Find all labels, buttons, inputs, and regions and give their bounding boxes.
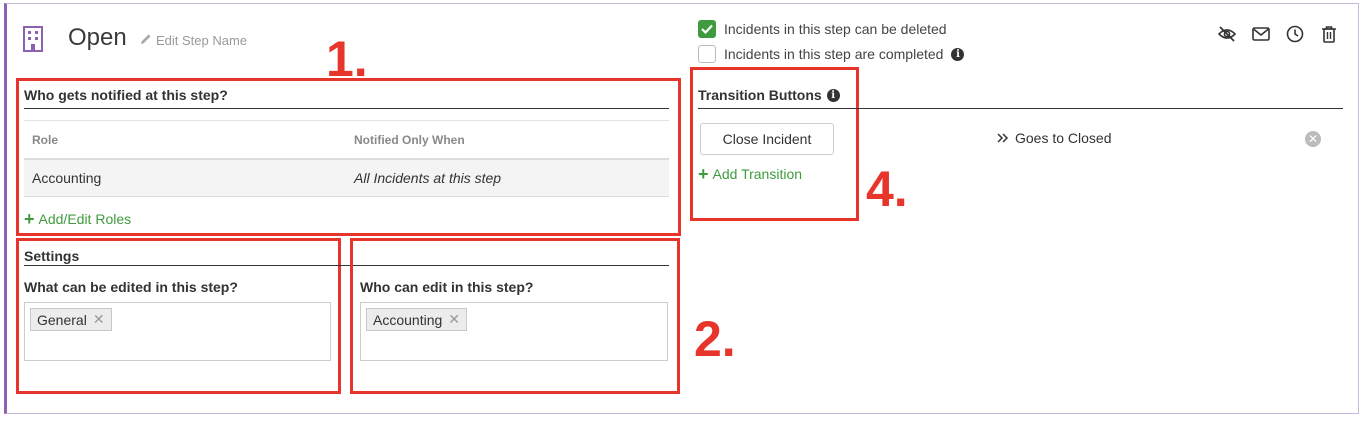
add-edit-roles-link[interactable]: + Add/Edit Roles (24, 209, 132, 229)
edited-fields-select[interactable]: General ✕ (24, 302, 331, 361)
transitions-divider (698, 108, 1343, 109)
transition-target: Goes to Closed (997, 130, 1112, 146)
notified-when-cell: All Incidents at this step (354, 170, 502, 186)
transition-target-label: Goes to Closed (1015, 130, 1112, 146)
edit-step-name-label: Edit Step Name (156, 33, 248, 48)
trash-icon[interactable] (1319, 24, 1339, 44)
notified-when-column-header: Notified Only When (354, 132, 465, 147)
pencil-icon (140, 33, 152, 48)
role-cell: Accounting (32, 170, 102, 186)
notify-section-title: Who gets notified at this step? (24, 87, 228, 103)
remove-tag-icon[interactable]: ✕ (448, 311, 460, 328)
add-transition-link[interactable]: + Add Transition (698, 164, 803, 184)
add-edit-roles-label: Add/Edit Roles (38, 211, 132, 227)
info-icon[interactable]: i (826, 88, 840, 102)
edited-field-tag: General ✕ (30, 308, 112, 331)
completed-label: Incidents in this step are completed (724, 46, 944, 62)
plus-icon: + (698, 164, 709, 184)
deletable-checkbox[interactable] (698, 20, 716, 38)
annotation-number-1: 1. (326, 31, 368, 87)
annotation-number-2: 2. (694, 311, 736, 367)
deletable-label: Incidents in this step can be deleted (724, 21, 947, 37)
table-row[interactable]: Accounting All Incidents at this step (24, 160, 669, 197)
info-icon[interactable]: i (951, 47, 965, 61)
settings-title: Settings (24, 248, 80, 264)
add-transition-label: Add Transition (712, 166, 803, 182)
step-toolbar (1217, 24, 1339, 44)
transitions-title: Transition Buttons i (698, 87, 840, 103)
annotation-number-4: 4. (866, 161, 908, 217)
step-title: Open (68, 24, 127, 51)
tag-label: General (37, 311, 87, 328)
editors-select[interactable]: Accounting ✕ (360, 302, 668, 361)
deletable-option: Incidents in this step can be deleted (698, 20, 947, 38)
close-incident-button[interactable]: Close Incident (700, 123, 834, 155)
clock-icon[interactable] (1285, 24, 1305, 44)
building-icon (22, 26, 44, 52)
notify-table: Role Notified Only When Accounting All I… (24, 120, 669, 197)
remove-tag-icon[interactable]: ✕ (93, 311, 105, 328)
completed-option: Incidents in this step are completed i (698, 45, 965, 63)
role-column-header: Role (32, 132, 59, 147)
edited-fields-label: What can be edited in this step? (24, 279, 238, 295)
transitions-title-label: Transition Buttons (698, 87, 822, 103)
envelope-icon[interactable] (1251, 24, 1271, 44)
notify-divider (24, 108, 669, 109)
double-chevron-right-icon (997, 130, 1009, 146)
notify-table-header: Role Notified Only When (24, 120, 669, 160)
editors-label: Who can edit in this step? (360, 279, 534, 295)
completed-checkbox[interactable] (698, 45, 716, 63)
edit-step-name-link[interactable]: Edit Step Name (140, 33, 247, 48)
plus-icon: + (24, 209, 35, 229)
tag-label: Accounting (373, 311, 443, 328)
editor-tag: Accounting ✕ (366, 308, 468, 331)
eye-slash-icon[interactable] (1217, 24, 1237, 44)
remove-transition-icon[interactable]: ✕ (1305, 131, 1321, 147)
